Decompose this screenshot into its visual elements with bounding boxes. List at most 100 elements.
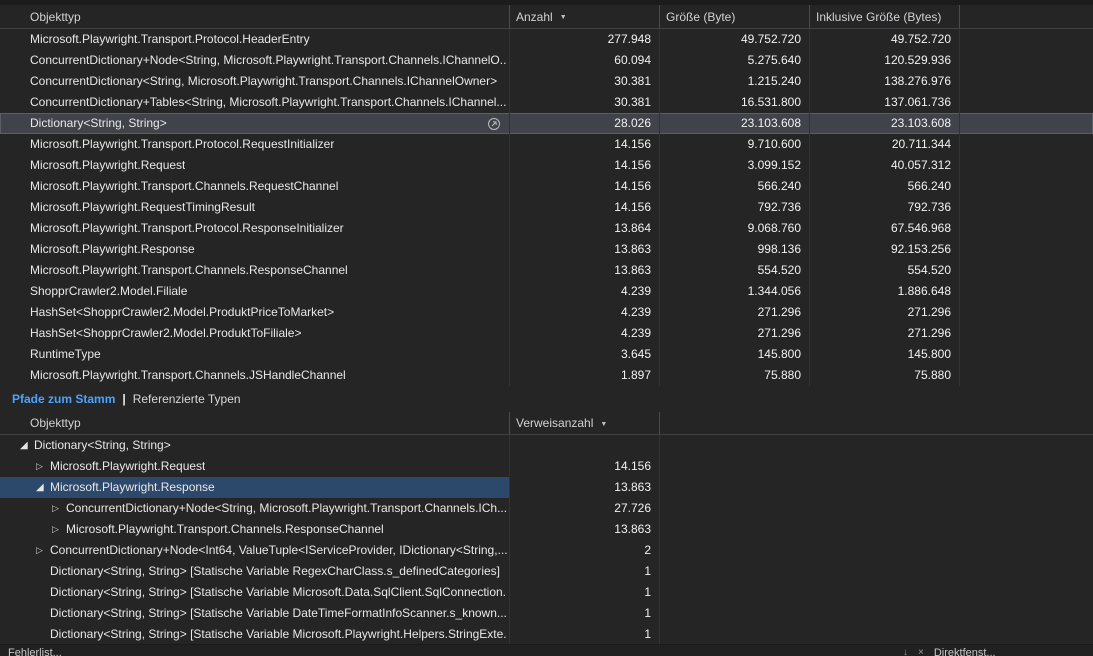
expand-icon[interactable]: ▷ bbox=[36, 540, 50, 561]
column-header-objekttyp[interactable]: Objekttyp bbox=[0, 5, 510, 28]
table-row[interactable]: Dictionary<String, String> 28.026 23.103.6… bbox=[0, 113, 1093, 134]
object-type-cell: ◢ Dictionary<String, String> bbox=[0, 435, 510, 456]
view-instances-icon[interactable] bbox=[487, 117, 501, 131]
object-type-label: Dictionary<String, String> [Statische Va… bbox=[50, 606, 507, 620]
column-header-groesse[interactable]: Größe (Byte) bbox=[660, 5, 810, 28]
object-type-cell: Dictionary<String, String> [Statische Va… bbox=[0, 624, 510, 645]
tab-pfade-zum-stamm[interactable]: Pfade zum Stamm bbox=[12, 392, 115, 406]
object-type-label: Microsoft.Playwright.Transport.Protocol.… bbox=[30, 221, 344, 235]
object-type-label: ConcurrentDictionary+Tables<String, Micr… bbox=[30, 95, 507, 109]
count-cell: 14.156 bbox=[510, 155, 660, 176]
table-row[interactable]: Microsoft.Playwright.Transport.Protocol.… bbox=[0, 218, 1093, 239]
inclusive-size-cell: 20.711.344 bbox=[810, 134, 960, 155]
column-label: Verweisanzahl bbox=[516, 416, 594, 430]
table-row[interactable]: RuntimeType 3.645 145.800 145.800 bbox=[0, 344, 1093, 365]
count-cell: 3.645 bbox=[510, 344, 660, 365]
object-type-cell: Dictionary<String, String> [Statische Va… bbox=[0, 582, 510, 603]
column-label: Größe (Byte) bbox=[666, 9, 736, 24]
object-type-cell: Microsoft.Playwright.RequestTimingResult bbox=[0, 197, 510, 218]
expand-icon[interactable]: ▷ bbox=[36, 456, 50, 477]
table-row[interactable]: Microsoft.Playwright.Transport.Protocol.… bbox=[0, 29, 1093, 50]
table-row[interactable]: ConcurrentDictionary<String, Microsoft.P… bbox=[0, 71, 1093, 92]
object-type-cell: ▷ Microsoft.Playwright.Request bbox=[0, 456, 510, 477]
tree-row[interactable]: Dictionary<String, String> [Statische Va… bbox=[0, 582, 1093, 603]
column-header-objekttyp[interactable]: Objekttyp bbox=[0, 412, 510, 434]
inclusive-size-cell: 138.276.976 bbox=[810, 71, 960, 92]
inclusive-size-cell: 271.296 bbox=[810, 302, 960, 323]
row-filler bbox=[660, 435, 1093, 456]
table-row[interactable]: ConcurrentDictionary+Node<String, Micros… bbox=[0, 50, 1093, 71]
table-row[interactable]: ConcurrentDictionary+Tables<String, Micr… bbox=[0, 92, 1093, 113]
inclusive-size-cell: 271.296 bbox=[810, 323, 960, 344]
count-cell: 60.094 bbox=[510, 50, 660, 71]
object-type-cell: HashSet<ShopprCrawler2.Model.ProduktToFi… bbox=[0, 323, 510, 344]
column-header-anzahl[interactable]: Anzahl ▼ bbox=[510, 5, 660, 28]
tree-row[interactable]: ◢ Dictionary<String, String> bbox=[0, 435, 1093, 456]
row-filler bbox=[960, 50, 1093, 71]
tree-row[interactable]: ◢ Microsoft.Playwright.Response 13.863 bbox=[0, 477, 1093, 498]
tree-row[interactable]: ▷ ConcurrentDictionary+Node<String, Micro… bbox=[0, 498, 1093, 519]
object-type-cell: Microsoft.Playwright.Response bbox=[0, 239, 510, 260]
error-list-tab[interactable]: Fehlerlist... bbox=[8, 647, 62, 656]
table-row[interactable]: Microsoft.Playwright.Transport.Channels.… bbox=[0, 176, 1093, 197]
table-row[interactable]: Microsoft.Playwright.Transport.Channels.… bbox=[0, 365, 1093, 386]
object-type-cell: ▷ ConcurrentDictionary+Node<Int64, ValueT… bbox=[0, 540, 510, 561]
column-header-inklusive-groesse[interactable]: Inklusive Größe (Bytes) bbox=[810, 5, 960, 28]
inclusive-size-cell: 49.752.720 bbox=[810, 29, 960, 50]
table-row[interactable]: ShopprCrawler2.Model.Filiale 4.239 1.344.0… bbox=[0, 281, 1093, 302]
table-row[interactable]: Microsoft.Playwright.Transport.Channels.… bbox=[0, 260, 1093, 281]
object-type-cell: Dictionary<String, String> bbox=[0, 113, 510, 134]
tree-row[interactable]: ▷ Microsoft.Playwright.Transport.Channels… bbox=[0, 519, 1093, 540]
count-cell: 13.864 bbox=[510, 218, 660, 239]
collapse-icon[interactable]: ◢ bbox=[20, 435, 34, 456]
object-type-label: Microsoft.Playwright.Request bbox=[30, 158, 186, 172]
size-cell: 271.296 bbox=[660, 323, 810, 344]
size-cell: 1.344.056 bbox=[660, 281, 810, 302]
object-type-label: RuntimeType bbox=[30, 347, 101, 361]
object-type-label: HashSet<ShopprCrawler2.Model.ProduktPric… bbox=[30, 305, 335, 319]
table-row[interactable]: Microsoft.Playwright.Response 13.863 998.1… bbox=[0, 239, 1093, 260]
object-type-label: Microsoft.Playwright.Transport.Channels.… bbox=[66, 522, 384, 536]
row-filler bbox=[660, 477, 1093, 498]
table-row[interactable]: HashSet<ShopprCrawler2.Model.ProduktToFi… bbox=[0, 323, 1093, 344]
object-type-label: ShopprCrawler2.Model.Filiale bbox=[30, 284, 188, 298]
tree-row[interactable]: ▷ ConcurrentDictionary+Node<Int64, ValueT… bbox=[0, 540, 1093, 561]
tree-row[interactable]: Dictionary<String, String> [Statische Va… bbox=[0, 561, 1093, 582]
reference-count-cell bbox=[510, 435, 660, 456]
row-filler bbox=[960, 29, 1093, 50]
immediate-window-tab[interactable]: Direktfenst... bbox=[934, 647, 996, 656]
object-type-label: Microsoft.Playwright.Transport.Protocol.… bbox=[30, 32, 310, 46]
row-filler bbox=[960, 113, 1093, 134]
object-type-cell: Microsoft.Playwright.Request bbox=[0, 155, 510, 176]
collapse-icon[interactable]: ◢ bbox=[36, 477, 50, 498]
inclusive-size-cell: 145.800 bbox=[810, 344, 960, 365]
row-filler bbox=[660, 498, 1093, 519]
object-type-label: Dictionary<String, String> bbox=[34, 438, 171, 452]
table-row[interactable]: Microsoft.Playwright.RequestTimingResult… bbox=[0, 197, 1093, 218]
size-cell: 3.099.152 bbox=[660, 155, 810, 176]
row-filler bbox=[960, 92, 1093, 113]
row-filler bbox=[960, 71, 1093, 92]
column-label: Objekttyp bbox=[30, 9, 81, 24]
table-row[interactable]: Microsoft.Playwright.Request 14.156 3.099.… bbox=[0, 155, 1093, 176]
expand-icon[interactable]: ▷ bbox=[52, 498, 66, 519]
table-row[interactable]: Microsoft.Playwright.Transport.Protocol.… bbox=[0, 134, 1093, 155]
tree-row[interactable]: Dictionary<String, String> [Statische Va… bbox=[0, 603, 1093, 624]
size-cell: 49.752.720 bbox=[660, 29, 810, 50]
object-type-label: Microsoft.Playwright.Transport.Channels.… bbox=[30, 368, 346, 382]
table-row[interactable]: HashSet<ShopprCrawler2.Model.ProduktPric… bbox=[0, 302, 1093, 323]
size-cell: 9.710.600 bbox=[660, 134, 810, 155]
count-cell: 14.156 bbox=[510, 197, 660, 218]
object-type-label: Microsoft.Playwright.Transport.Channels.… bbox=[30, 179, 339, 193]
tree-row[interactable]: Dictionary<String, String> [Statische Va… bbox=[0, 624, 1093, 645]
column-header-verweisanzahl[interactable]: Verweisanzahl ▼ bbox=[510, 412, 660, 434]
tab-referenzierte-typen[interactable]: Referenzierte Typen bbox=[133, 392, 241, 406]
expand-icon[interactable]: ▷ bbox=[52, 519, 66, 540]
tree-row[interactable]: ▷ Microsoft.Playwright.Request 14.156 bbox=[0, 456, 1093, 477]
size-cell: 998.136 bbox=[660, 239, 810, 260]
row-filler bbox=[660, 561, 1093, 582]
reference-count-cell: 1 bbox=[510, 603, 660, 624]
reference-count-cell: 14.156 bbox=[510, 456, 660, 477]
object-type-cell: HashSet<ShopprCrawler2.Model.ProduktPric… bbox=[0, 302, 510, 323]
header-filler bbox=[660, 412, 1093, 434]
